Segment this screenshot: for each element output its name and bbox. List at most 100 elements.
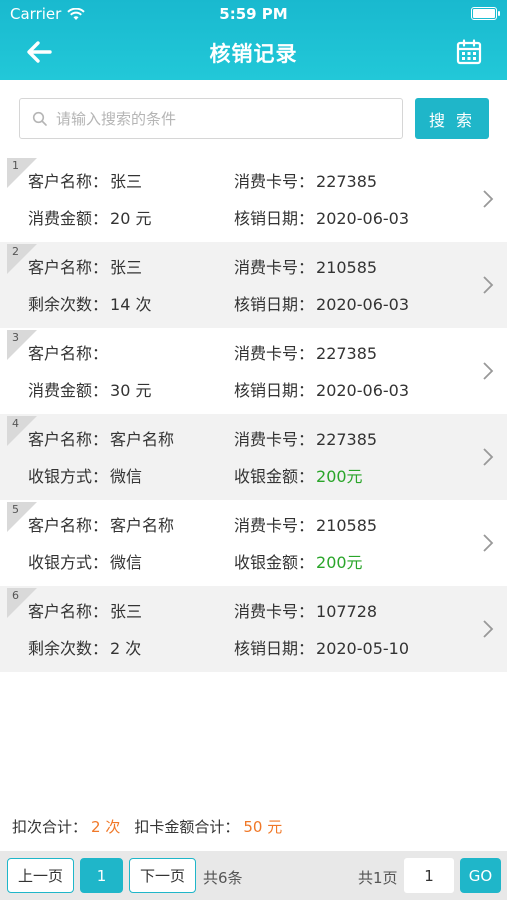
field-value: 微信	[110, 553, 143, 572]
card-number-field: 消费卡号： 210585	[234, 254, 377, 278]
chevron-right-icon	[483, 362, 494, 380]
customer-name-field: 客户名称： 客户名称	[28, 426, 174, 450]
field-label: 客户名称：	[28, 516, 109, 535]
field-label: 消费金额：	[28, 209, 109, 228]
customer-name-field: 客户名称： 张三	[28, 254, 142, 278]
field-value: 200元	[316, 553, 363, 572]
verify-date-field: 核销日期： 2020-06-03	[234, 377, 409, 401]
search-button[interactable]: 搜 索	[415, 98, 489, 139]
field-value: 2020-06-03	[316, 295, 409, 314]
field-label: 消费卡号：	[234, 172, 315, 191]
field-value: 210585	[316, 258, 378, 277]
remaining-times-field: 剩余次数： 2 次	[28, 635, 141, 659]
field-label: 核销日期：	[234, 381, 315, 400]
field-value: 200元	[316, 467, 363, 486]
field-value: 2020-06-03	[316, 381, 409, 400]
chevron-right-icon	[483, 448, 494, 466]
record-index: 2	[12, 245, 19, 258]
field-label: 客户名称：	[28, 344, 109, 363]
total-pages: 共1页	[358, 869, 398, 887]
record-row[interactable]: 3 客户名称： 消费卡号： 227385 消费金额： 30 元 核销日期： 2020-…	[0, 328, 507, 414]
record-index: 3	[12, 331, 19, 344]
search-icon	[32, 111, 47, 126]
record-index: 4	[12, 417, 19, 430]
card-number-field: 消费卡号： 227385	[234, 426, 377, 450]
remaining-times-field: 剩余次数： 14 次	[28, 291, 151, 315]
record-row[interactable]: 6 客户名称： 张三 消费卡号： 107728 剩余次数： 2 次 核销日期： 2020…	[0, 586, 507, 672]
field-label: 核销日期：	[234, 639, 315, 658]
search-input[interactable]	[56, 109, 386, 128]
amount-total-value: 50 元	[243, 818, 283, 836]
status-bar: Carrier 5:59 PM	[0, 0, 507, 28]
count-total-label: 扣次合计：	[12, 818, 88, 836]
summary-bar: 扣次合计： 2 次扣卡金额合计： 50 元	[12, 816, 296, 837]
field-value: 227385	[316, 344, 378, 363]
field-label: 消费卡号：	[234, 602, 315, 621]
payment-method-field: 收银方式： 微信	[28, 463, 142, 487]
field-value: 107728	[316, 602, 378, 621]
record-row[interactable]: 1 客户名称： 张三 消费卡号： 227385 消费金额： 20 元 核销日期： 202…	[0, 156, 507, 242]
navbar: 核销记录	[0, 28, 507, 76]
record-row[interactable]: 2 客户名称： 张三 消费卡号： 210585 剩余次数： 14 次 核销日期： 202…	[0, 242, 507, 328]
field-label: 剩余次数：	[28, 639, 109, 658]
field-value: 微信	[110, 467, 143, 486]
field-value: 2020-05-10	[316, 639, 409, 658]
record-row[interactable]: 5 客户名称： 客户名称 消费卡号： 210585 收银方式： 微信 收银金额： 200…	[0, 500, 507, 586]
field-label: 剩余次数：	[28, 295, 109, 314]
verify-date-field: 核销日期： 2020-06-03	[234, 205, 409, 229]
battery-icon	[471, 7, 500, 20]
record-index: 6	[12, 589, 19, 602]
card-number-field: 消费卡号： 210585	[234, 512, 377, 536]
page-title: 核销记录	[209, 42, 298, 66]
search-area: 搜 索	[0, 80, 507, 156]
payment-amount-field: 收银金额： 200元	[234, 549, 363, 573]
payment-method-field: 收银方式： 微信	[28, 549, 142, 573]
prev-page-button[interactable]: 上一页	[7, 858, 74, 893]
field-label: 消费卡号：	[234, 258, 315, 277]
status-time: 5:59 PM	[219, 5, 288, 23]
field-label: 客户名称：	[28, 602, 109, 621]
field-value: 张三	[110, 172, 143, 191]
field-value: 30 元	[110, 381, 152, 400]
record-row[interactable]: 4 客户名称： 客户名称 消费卡号： 227385 收银方式： 微信 收银金额： 200…	[0, 414, 507, 500]
field-label: 消费卡号：	[234, 344, 315, 363]
field-value: 210585	[316, 516, 378, 535]
chevron-right-icon	[483, 620, 494, 638]
calendar-button[interactable]	[455, 38, 483, 66]
search-box[interactable]	[19, 98, 403, 139]
card-number-field: 消费卡号： 227385	[234, 340, 377, 364]
verify-date-field: 核销日期： 2020-06-03	[234, 291, 409, 315]
page-number-input[interactable]	[404, 858, 454, 893]
field-value: 客户名称	[110, 430, 175, 449]
field-label: 客户名称：	[28, 258, 109, 277]
pagination-bar: 上一页 1 下一页 共6条 共1页 GO	[0, 851, 507, 900]
card-number-field: 消费卡号： 107728	[234, 598, 377, 622]
total-records: 共6条	[203, 869, 243, 887]
next-page-button[interactable]: 下一页	[129, 858, 196, 893]
field-label: 核销日期：	[234, 209, 315, 228]
field-value: 20 元	[110, 209, 152, 228]
field-label: 客户名称：	[28, 172, 109, 191]
go-button[interactable]: GO	[460, 858, 501, 893]
customer-name-field: 客户名称：	[28, 340, 110, 364]
chevron-right-icon	[483, 276, 494, 294]
consume-amount-field: 消费金额： 20 元	[28, 205, 151, 229]
field-label: 客户名称：	[28, 430, 109, 449]
field-label: 消费卡号：	[234, 516, 315, 535]
field-value: 张三	[110, 258, 143, 277]
field-value: 227385	[316, 430, 378, 449]
field-value: 227385	[316, 172, 378, 191]
field-label: 消费卡号：	[234, 430, 315, 449]
amount-total-label: 扣卡金额合计：	[134, 818, 240, 836]
field-value: 2 次	[110, 639, 142, 658]
field-label: 收银方式：	[28, 467, 109, 486]
payment-amount-field: 收银金额： 200元	[234, 463, 363, 487]
field-label: 收银方式：	[28, 553, 109, 572]
current-page-button[interactable]: 1	[80, 858, 123, 893]
chevron-right-icon	[483, 534, 494, 552]
field-value: 客户名称	[110, 516, 175, 535]
field-label: 核销日期：	[234, 295, 315, 314]
calendar-icon	[456, 39, 482, 65]
record-list: 1 客户名称： 张三 消费卡号： 227385 消费金额： 20 元 核销日期： 202…	[0, 156, 507, 672]
field-value: 14 次	[110, 295, 152, 314]
